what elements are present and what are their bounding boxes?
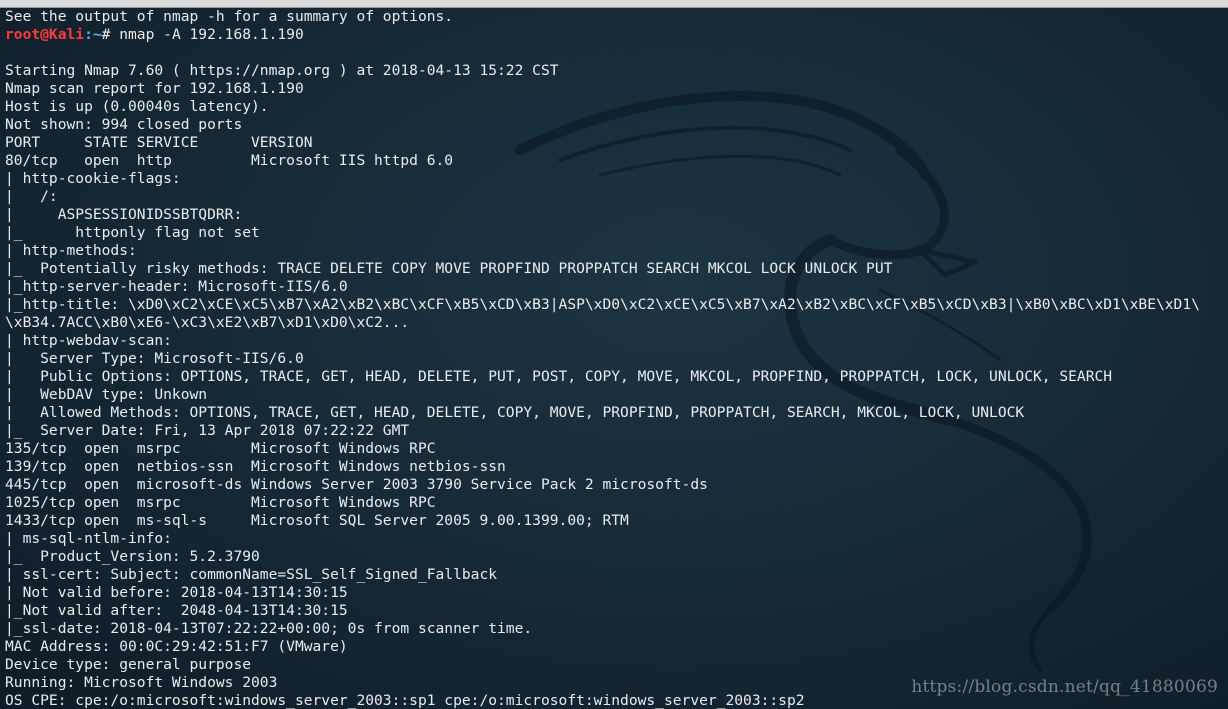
output-line: | WebDAV type: Unkown <box>5 386 208 403</box>
output-line: | ssl-cert: Subject: commonName=SSL_Self… <box>5 566 498 583</box>
output-line: |_ Server Date: Fri, 13 Apr 2018 07:22:2… <box>5 422 410 439</box>
terminal-window[interactable]: See the output of nmap -h for a summary … <box>0 0 1228 709</box>
output-line: | /: <box>5 188 58 205</box>
prompt-line: root@Kali:~# nmap -A 192.168.1.190 <box>5 26 1200 44</box>
terminal-output[interactable]: See the output of nmap -h for a summary … <box>5 8 1200 709</box>
output-line: | Allowed Methods: OPTIONS, TRACE, GET, … <box>5 404 1025 421</box>
output-line: |_ssl-date: 2018-04-13T07:22:22+00:00; 0… <box>5 620 533 637</box>
output-line: | Public Options: OPTIONS, TRACE, GET, H… <box>5 368 1113 385</box>
prompt-symbol: # <box>101 26 120 43</box>
help-hint-line: See the output of nmap -h for a summary … <box>5 8 454 25</box>
output-line: |_Not valid after: 2048-04-13T14:30:15 <box>5 602 348 619</box>
output-line: |_ httponly flag not set <box>5 224 260 241</box>
output-line: 135/tcp open msrpc Microsoft Windows RPC <box>5 440 436 457</box>
output-line: Host is up (0.00040s latency). <box>5 98 269 115</box>
output-line: |_http-server-header: Microsoft-IIS/6.0 <box>5 278 348 295</box>
output-line: | Server Type: Microsoft-IIS/6.0 <box>5 350 304 367</box>
output-line: \xB34.7ACC\xB0\xE6-\xC3\xE2\xB7\xD1\xD0\… <box>5 314 410 331</box>
output-line: MAC Address: 00:0C:29:42:51:F7 (VMware) <box>5 638 348 655</box>
output-line: | ASPSESSIONIDSSBTQDRR: <box>5 206 243 223</box>
output-line: 80/tcp open http Microsoft IIS httpd 6.0 <box>5 152 454 169</box>
output-line: Not shown: 994 closed ports <box>5 116 243 133</box>
prompt-command: nmap -A 192.168.1.190 <box>119 26 304 43</box>
output-line: PORT STATE SERVICE VERSION <box>5 134 313 151</box>
output-line: | Not valid before: 2018-04-13T14:30:15 <box>5 584 348 601</box>
output-line: | http-methods: <box>5 242 137 259</box>
output-line: Device type: general purpose <box>5 656 252 673</box>
output-line: | http-webdav-scan: <box>5 332 172 349</box>
output-line: 445/tcp open microsoft-ds Windows Server… <box>5 476 708 493</box>
output-line: |_ Product_Version: 5.2.3790 <box>5 548 260 565</box>
watermark-text: https://blog.csdn.net/qq_41880069 <box>911 677 1218 697</box>
output-line: Nmap scan report for 192.168.1.190 <box>5 80 304 97</box>
output-line: 1025/tcp open msrpc Microsoft Windows RP… <box>5 494 436 511</box>
output-line: | http-cookie-flags: <box>5 170 181 187</box>
output-line: |_http-title: \xD0\xC2\xCE\xC5\xB7\xA2\x… <box>5 296 1200 313</box>
prompt-user: root@Kali <box>5 26 85 43</box>
output-line: |_ Potentially risky methods: TRACE DELE… <box>5 260 893 277</box>
command-output: Starting Nmap 7.60 ( https://nmap.org ) … <box>5 44 1200 709</box>
output-line: 1433/tcp open ms-sql-s Microsoft SQL Ser… <box>5 512 629 529</box>
prompt-path: :~ <box>84 26 102 43</box>
output-line: 139/tcp open netbios-ssn Microsoft Windo… <box>5 458 506 475</box>
output-line: Starting Nmap 7.60 ( https://nmap.org ) … <box>5 62 559 79</box>
output-line: | ms-sql-ntlm-info: <box>5 530 172 547</box>
